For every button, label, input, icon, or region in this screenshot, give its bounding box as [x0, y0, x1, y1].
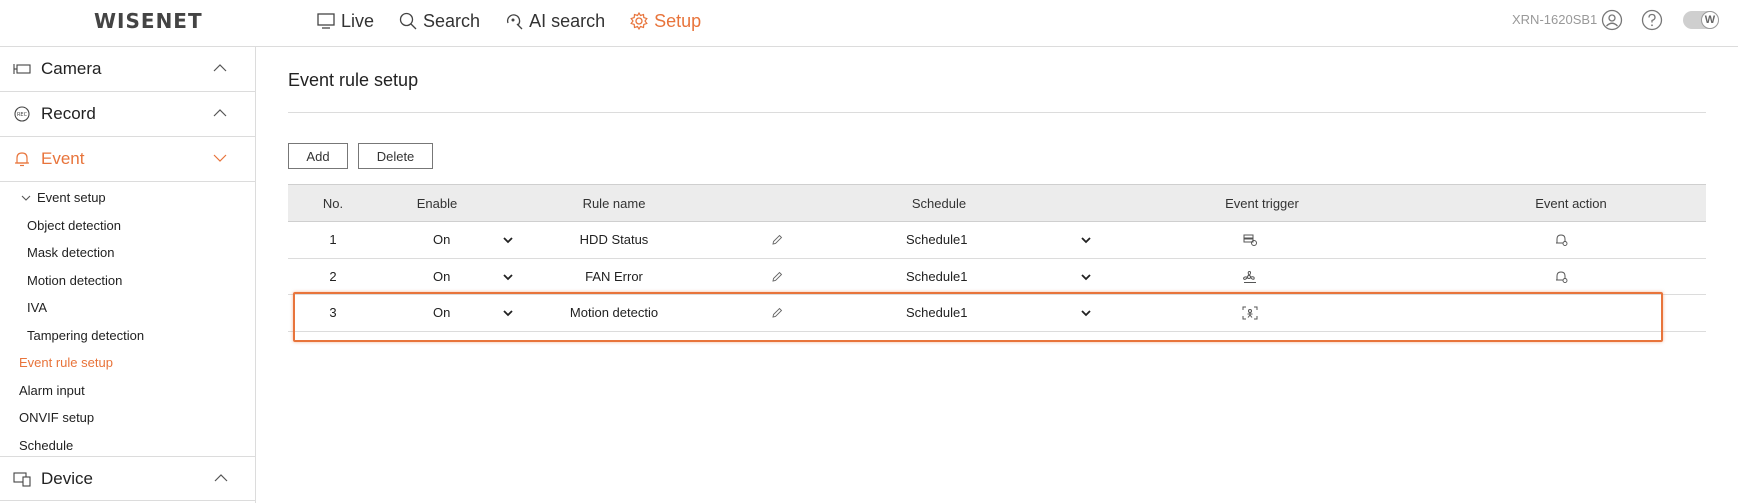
- nav-search-label: Search: [423, 10, 481, 31]
- bell-icon[interactable]: [1553, 233, 1569, 247]
- sidebar-category-camera-label: Camera: [41, 59, 102, 78]
- sidebar-category-device[interactable]: Device: [0, 456, 256, 501]
- cell-rule-name: HDD Status: [579, 232, 649, 247]
- nav-live-label: Live: [341, 10, 375, 31]
- add-button[interactable]: Add: [288, 143, 348, 169]
- main-nav: Live Search AI search Setup: [316, 0, 725, 42]
- device-icon: [13, 471, 31, 487]
- monitor-icon: [317, 13, 335, 29]
- help-icon[interactable]: [1641, 9, 1663, 31]
- enable-select[interactable]: On: [433, 222, 493, 258]
- ai-search-icon: [507, 14, 523, 30]
- sidebar-item-iva[interactable]: IVA: [0, 294, 255, 322]
- fan-icon[interactable]: [1242, 270, 1258, 284]
- sidebar-item-tampering-detection[interactable]: Tampering detection: [0, 322, 255, 350]
- bell-icon[interactable]: [1553, 270, 1569, 284]
- chevron-up-icon: [214, 474, 228, 482]
- sidebar-category-record-label: Record: [41, 104, 96, 123]
- user-icon[interactable]: [1601, 9, 1623, 31]
- search-icon: [399, 12, 417, 30]
- header-event-trigger: Event trigger: [1225, 196, 1299, 211]
- chevron-down-icon[interactable]: [1081, 273, 1091, 281]
- header-enable: Enable: [416, 196, 458, 211]
- nav-search[interactable]: Search: [398, 11, 480, 32]
- table-header: No. Enable Rule name Schedule Event trig…: [288, 184, 1706, 222]
- sidebar-item-alarm-input[interactable]: Alarm input: [0, 377, 255, 405]
- sidebar-item-onvif-setup[interactable]: ONVIF setup: [0, 404, 255, 432]
- svg-text:REC: REC: [17, 112, 28, 118]
- cell-rule-name: FAN Error: [585, 268, 643, 284]
- sidebar-item-label: Event setup: [37, 190, 106, 205]
- chevron-down-icon[interactable]: [503, 273, 513, 281]
- cell-no: 2: [329, 268, 337, 284]
- sidebar-category-camera[interactable]: Camera: [0, 47, 255, 92]
- wisenet-logo: WISENET: [94, 9, 203, 33]
- table-row[interactable]: 1 On HDD Status Schedule1: [288, 222, 1706, 259]
- nav-ai-search[interactable]: AI search: [504, 11, 605, 32]
- sidebar-item-object-detection[interactable]: Object detection: [0, 212, 255, 240]
- header-schedule: Schedule: [911, 196, 967, 211]
- top-header: WISENET Live Search AI search Setup XRN-…: [0, 0, 1738, 47]
- pencil-icon[interactable]: [771, 271, 783, 283]
- chevron-up-icon: [213, 64, 227, 72]
- sidebar-category-event[interactable]: Event: [0, 137, 255, 182]
- bell-icon: [15, 152, 29, 167]
- camera-icon: [13, 64, 31, 74]
- delete-button[interactable]: Delete: [358, 143, 433, 169]
- chevron-down-icon: [213, 154, 227, 162]
- sidebar-item-event-rule-setup[interactable]: Event rule setup: [0, 349, 255, 377]
- header-event-action: Event action: [1535, 196, 1607, 211]
- nav-ai-search-label: AI search: [529, 10, 606, 31]
- title-divider: [288, 112, 1706, 113]
- sidebar-item-mask-detection[interactable]: Mask detection: [0, 239, 255, 267]
- pencil-icon[interactable]: [771, 234, 783, 246]
- event-submenu: Event setup Object detection Mask detect…: [0, 182, 255, 459]
- nav-setup-label: Setup: [654, 10, 702, 31]
- model-name: XRN-1620SB1: [1512, 12, 1598, 27]
- gear-icon: [630, 11, 648, 31]
- table-row[interactable]: 2 On FAN Error Schedule1: [288, 259, 1706, 295]
- page-title: Event rule setup: [288, 70, 419, 90]
- record-icon: REC: [14, 106, 30, 122]
- enable-select[interactable]: On: [433, 259, 493, 295]
- nav-live[interactable]: Live: [316, 11, 374, 32]
- header-rule-name: Rule name: [582, 196, 646, 211]
- hdd-icon[interactable]: [1242, 233, 1258, 247]
- chevron-down-icon[interactable]: [503, 237, 513, 244]
- selected-row-highlight: [293, 292, 1663, 342]
- sidebar-category-event-label: Event: [41, 149, 85, 168]
- sidebar-item-schedule[interactable]: Schedule: [0, 432, 255, 460]
- chevron-down-icon[interactable]: [1081, 237, 1091, 244]
- nav-setup[interactable]: Setup: [629, 11, 701, 32]
- sidebar-item-event-setup[interactable]: Event setup: [0, 184, 255, 212]
- theme-toggle[interactable]: W: [1683, 11, 1719, 29]
- sidebar-category-record[interactable]: REC Record: [0, 92, 255, 137]
- toggle-knob: W: [1701, 11, 1719, 29]
- sidebar: Camera REC Record Event Event setup Obje…: [0, 47, 256, 503]
- schedule-select[interactable]: Schedule1: [906, 222, 1026, 258]
- chevron-down-icon: [21, 195, 31, 201]
- sidebar-item-motion-detection[interactable]: Motion detection: [0, 267, 255, 295]
- schedule-select[interactable]: Schedule1: [906, 259, 1026, 295]
- chevron-up-icon: [213, 109, 227, 117]
- cell-no: 1: [329, 232, 337, 247]
- header-no: No.: [322, 196, 344, 211]
- sidebar-category-device-label: Device: [41, 468, 93, 488]
